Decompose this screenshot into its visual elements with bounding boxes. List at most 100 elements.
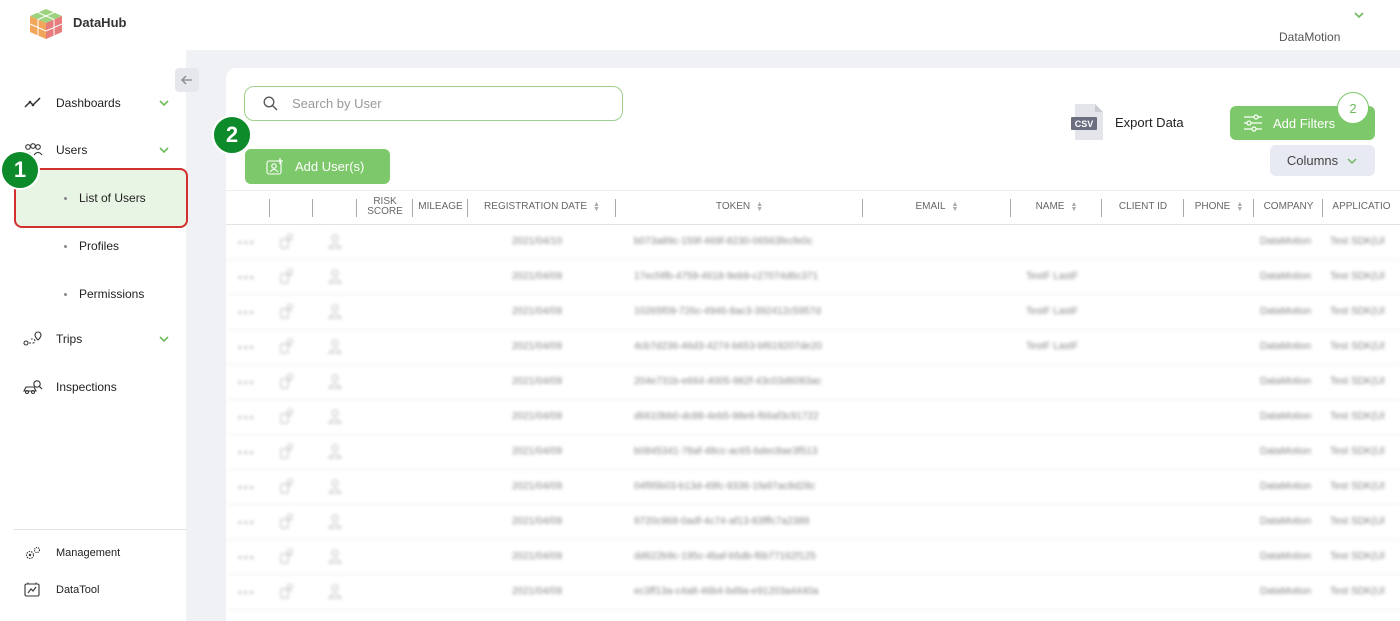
device-location-icon[interactable]: [280, 303, 294, 319]
org-switcher[interactable]: DataMotion: [1279, 30, 1340, 44]
token-cell: ec3ff13a-c4a8-46b4-bd9a-e91203a4440a: [634, 586, 819, 597]
user-profile-icon[interactable]: [328, 373, 342, 389]
sidebar-subitem-permissions[interactable]: Permissions: [64, 287, 144, 301]
company-cell: DataMotion: [1260, 516, 1312, 527]
sort-icon[interactable]: ▲ ▼: [593, 201, 600, 213]
application-cell: Test SDK(Ul: [1330, 481, 1385, 492]
user-profile-icon[interactable]: [328, 513, 342, 529]
table-row[interactable]: ••• 2021/04/09 9720c968-0adf-4c74-af13-83f…: [226, 505, 1400, 540]
row-menu-icon[interactable]: •••: [238, 517, 256, 529]
column-header[interactable]: TOKEN ▲ ▼: [616, 190, 863, 224]
csv-file-icon: CSV: [1071, 104, 1103, 140]
datahub-logo-icon: [29, 9, 63, 39]
user-profile-icon[interactable]: [328, 338, 342, 354]
table-row[interactable]: ••• 2021/04/09 17ecf4fb-4759-4618-9eb9-c27…: [226, 260, 1400, 295]
table-row[interactable]: ••• 2021/04/10 b073a89c-159f-469f-8230-065…: [226, 225, 1400, 260]
org-chevron-down-icon[interactable]: [1352, 8, 1366, 22]
sidebar-item-datatool[interactable]: DataTool: [22, 582, 99, 598]
sidebar-subitem-label: Permissions: [79, 287, 145, 301]
table-row[interactable]: ••• 2021/04/09 ec3ff13a-c4a8-46b4-bd9a-e91…: [226, 575, 1400, 610]
user-profile-icon[interactable]: [328, 233, 342, 249]
registration-date-cell: 2021/04/09: [512, 481, 563, 492]
search-icon: [263, 96, 278, 111]
sidebar-item-inspections[interactable]: Inspections: [22, 379, 117, 395]
company-cell: DataMotion: [1260, 341, 1312, 352]
row-menu-icon[interactable]: •••: [238, 377, 256, 389]
device-location-icon[interactable]: [280, 338, 294, 354]
column-header[interactable]: REGISTRATION DATE ▲ ▼: [468, 190, 616, 224]
sidebar-subitem-profiles[interactable]: Profiles: [64, 239, 119, 253]
columns-dropdown[interactable]: Columns: [1270, 145, 1375, 176]
device-location-icon[interactable]: [280, 443, 294, 459]
sidebar-item-dashboards[interactable]: Dashboards: [22, 95, 121, 111]
export-data-button[interactable]: CSV Export Data: [1071, 103, 1184, 141]
sidebar-item-management[interactable]: Management: [22, 545, 120, 561]
row-menu-icon[interactable]: •••: [238, 237, 256, 249]
token-cell: 17ecf4fb-4759-4618-9eb9-c27074d6c371: [634, 271, 819, 282]
column-header[interactable]: NAME ▲ ▼: [1011, 190, 1102, 224]
highlight-list-of-users: [14, 168, 188, 228]
token-cell: 204e731b-e664-4005-982f-43c03d6083ac: [634, 376, 822, 387]
arrow-left-icon: [181, 75, 192, 85]
sidebar-item-label: Dashboards: [56, 96, 121, 110]
car-search-icon: [23, 380, 43, 394]
collapse-sidebar-button[interactable]: [175, 68, 199, 92]
row-menu-icon[interactable]: •••: [238, 412, 256, 424]
add-users-button[interactable]: Add User(s): [245, 149, 390, 184]
row-menu-icon[interactable]: •••: [238, 482, 256, 494]
device-location-icon[interactable]: [280, 373, 294, 389]
token-cell: 10265f09-726c-4946-8ac3-392412c5957d: [634, 306, 821, 317]
device-location-icon[interactable]: [280, 268, 294, 284]
user-profile-icon[interactable]: [328, 478, 342, 494]
user-profile-icon[interactable]: [328, 268, 342, 284]
device-location-icon[interactable]: [280, 478, 294, 494]
device-location-icon[interactable]: [280, 583, 294, 599]
csv-badge-text: CSV: [1075, 119, 1094, 129]
user-profile-icon[interactable]: [328, 443, 342, 459]
sort-icon[interactable]: ▲ ▼: [1236, 201, 1243, 213]
chevron-down-icon[interactable]: [157, 143, 171, 157]
table-row[interactable]: ••• 2021/04/09 d6610bb0-dc88-4eb5-98e6-f66…: [226, 400, 1400, 435]
device-location-icon[interactable]: [280, 233, 294, 249]
sort-icon[interactable]: ▲ ▼: [1070, 201, 1077, 213]
column-header[interactable]: PHONE ▲ ▼: [1184, 190, 1254, 224]
application-cell: Test SDK(Ul: [1330, 236, 1385, 247]
row-menu-icon[interactable]: •••: [238, 307, 256, 319]
device-location-icon[interactable]: [280, 513, 294, 529]
table-row[interactable]: ••• 2021/04/09 10265f09-726c-4946-8ac3-392…: [226, 295, 1400, 330]
table-row[interactable]: ••• 2021/04/09 04f95b03-b13d-49fc-9336-1fa…: [226, 470, 1400, 505]
name-cell: TestF LastF: [1026, 271, 1079, 282]
app-name: DataHub: [73, 15, 127, 30]
user-profile-icon[interactable]: [328, 583, 342, 599]
application-cell: Test SDK(Ul: [1330, 376, 1385, 387]
table-row[interactable]: ••• 2021/04/09 b0845341-78af-48cc-ac65-bde…: [226, 435, 1400, 470]
table-row[interactable]: ••• 2021/04/09 dd622b9c-195c-4baf-b5db-f6b…: [226, 540, 1400, 575]
row-menu-icon[interactable]: •••: [238, 447, 256, 459]
row-menu-icon[interactable]: •••: [238, 342, 256, 354]
token-cell: 04f95b03-b13d-49fc-9336-1fa97ac8d28c: [634, 481, 816, 492]
sort-icon[interactable]: ▲ ▼: [756, 201, 763, 213]
registration-date-cell: 2021/04/09: [512, 271, 563, 282]
device-location-icon[interactable]: [280, 408, 294, 424]
user-profile-icon[interactable]: [328, 303, 342, 319]
search-input[interactable]: [292, 96, 592, 111]
chevron-down-icon[interactable]: [157, 332, 171, 346]
table-row[interactable]: ••• 2021/04/09 4cb7d236-46d3-4274-b653-bf6…: [226, 330, 1400, 365]
step-badge-2: 2: [212, 115, 252, 155]
user-profile-icon[interactable]: [328, 548, 342, 564]
token-cell: dd622b9c-195c-4baf-b5db-f6b77162f125: [634, 551, 816, 562]
device-location-icon[interactable]: [280, 548, 294, 564]
column-header-label: CLIENT ID: [1118, 201, 1168, 212]
company-cell: DataMotion: [1260, 586, 1312, 597]
row-menu-icon[interactable]: •••: [238, 272, 256, 284]
table-row[interactable]: ••• 2021/04/09 204e731b-e664-4005-982f-43c…: [226, 365, 1400, 400]
row-menu-icon[interactable]: •••: [238, 552, 256, 564]
row-menu-icon[interactable]: •••: [238, 587, 256, 599]
chevron-down-icon[interactable]: [157, 96, 171, 110]
column-header[interactable]: EMAIL ▲ ▼: [863, 190, 1011, 224]
sort-icon[interactable]: ▲ ▼: [952, 201, 959, 213]
user-profile-icon[interactable]: [328, 408, 342, 424]
sidebar-item-trips[interactable]: Trips: [22, 331, 82, 347]
search-box[interactable]: [244, 86, 623, 121]
registration-date-cell: 2021/04/09: [512, 516, 563, 527]
